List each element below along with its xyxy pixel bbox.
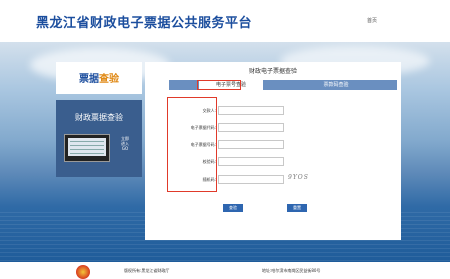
home-link[interactable]: 首页 — [367, 17, 377, 24]
screen-thumbnail-icon — [64, 134, 110, 162]
random-code-label: 随机码: — [202, 177, 216, 182]
left-panel: 票据查验 财政票据查验 立即 进入 GO — [56, 62, 142, 177]
footer-copyright: 版权所有:黑龙江省财政厅 — [124, 268, 170, 273]
enter-go-label[interactable]: 立即 进入 GO — [116, 136, 134, 151]
left-title-part1: 票据 — [79, 74, 99, 85]
check-code-input[interactable] — [218, 157, 284, 166]
bill-number-label: 电子票据号码: — [190, 142, 216, 147]
footer-address: 地址:哈尔滨市南岗区民益街80号 — [262, 268, 321, 273]
left-panel-header: 票据查验 — [56, 62, 142, 94]
left-panel-subtitle: 财政票据查验 — [75, 113, 123, 122]
card-title: 财政电子票据查验 — [248, 68, 297, 75]
left-panel-promo[interactable]: 财政票据查验 立即 进入 GO — [56, 100, 142, 177]
tab-code[interactable]: 票款码查验 — [304, 80, 368, 90]
query-button[interactable]: 查验 — [223, 204, 243, 212]
highlight-box-tab — [197, 80, 241, 90]
page-footer: 版权所有:黑龙江省财政厅 地址:哈尔滨市南岗区民益街80号 — [0, 262, 450, 279]
left-panel-title: 票据查验 — [56, 70, 142, 85]
payer-input[interactable] — [218, 106, 284, 115]
reset-button[interactable]: 重置 — [287, 204, 307, 212]
bill-code-label: 电子票据代码: — [190, 125, 216, 130]
left-title-part2: 查验 — [99, 74, 119, 85]
captcha-image[interactable]: 9YOS — [288, 174, 312, 184]
bill-code-input[interactable] — [218, 123, 284, 132]
random-code-input[interactable] — [218, 175, 284, 184]
bill-number-input[interactable] — [218, 140, 284, 149]
payer-label: 交款人: — [202, 108, 216, 113]
page-header: 黑龙江省财政电子票据公共服务平台 首页 — [0, 0, 450, 42]
site-title: 黑龙江省财政电子票据公共服务平台 — [36, 16, 253, 31]
check-code-label: 校验码: — [202, 159, 216, 164]
